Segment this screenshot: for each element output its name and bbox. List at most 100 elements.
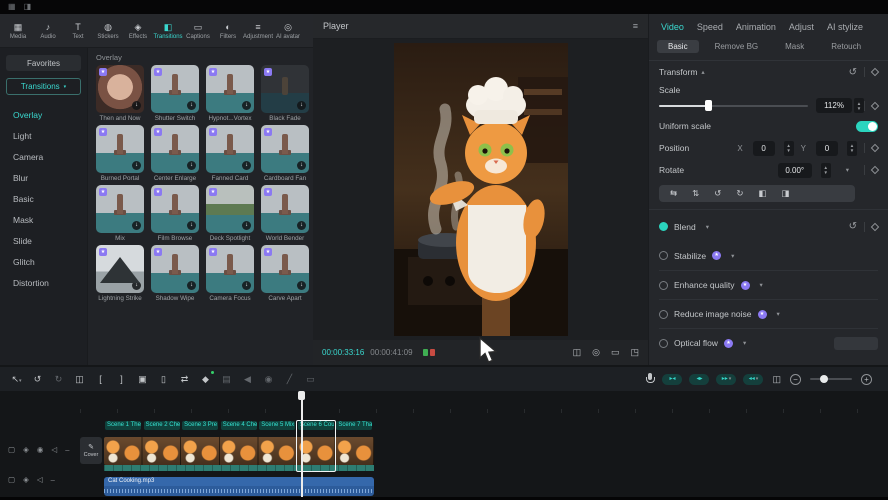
layout-icon[interactable]: ◨ xyxy=(24,3,32,11)
slider-thumb[interactable] xyxy=(705,100,712,111)
video-track-color-label-icon[interactable]: ◈ xyxy=(23,445,29,454)
tab-ai-avatar[interactable]: ◎AI avatar xyxy=(273,22,303,40)
blend-checkbox[interactable] xyxy=(659,222,668,231)
select-tool[interactable]: ↖▾ xyxy=(6,367,27,391)
reduce-image-noise-checkbox[interactable] xyxy=(659,310,668,319)
subtab-basic[interactable]: Basic xyxy=(657,40,699,53)
audio-track-mute-track-icon[interactable]: ◁ xyxy=(37,475,43,484)
link-clips-toggle[interactable]: ◂▸ xyxy=(689,374,709,385)
download-icon[interactable]: ↓ xyxy=(242,221,251,230)
redo-button[interactable]: ↻ xyxy=(48,367,69,391)
download-icon[interactable]: ↓ xyxy=(132,161,141,170)
subtab-remove-bg[interactable]: Remove BG xyxy=(704,40,770,53)
magnetic-timeline-toggle[interactable]: ▸◂ xyxy=(662,374,682,385)
sidebar-item-glitch[interactable]: Glitch xyxy=(6,251,81,272)
keyframe-icon[interactable] xyxy=(871,222,879,230)
sidebar-item-mask[interactable]: Mask xyxy=(6,209,81,230)
step-down-icon[interactable]: ▼ xyxy=(824,170,828,175)
preview-video[interactable] xyxy=(394,43,568,336)
sidebar-item-overlay[interactable]: Overlay xyxy=(6,104,81,125)
reverse-button[interactable]: ⇄ xyxy=(174,367,195,391)
reset-icon[interactable]: ↺ xyxy=(849,221,857,232)
download-icon[interactable]: ↓ xyxy=(242,161,251,170)
scale-stepper[interactable]: ▲▼ xyxy=(854,98,864,113)
sidebar-item-camera[interactable]: Camera xyxy=(6,146,81,167)
clip-label-7[interactable]: Scene 7 Tha xyxy=(336,421,372,430)
freeze-frame-button[interactable]: ▣ xyxy=(132,367,153,391)
rotate-value-input[interactable]: 0.00° xyxy=(778,163,812,178)
transition-thumb-then-and-now[interactable]: ★↓ xyxy=(96,65,144,113)
favorites-button[interactable]: Favorites xyxy=(6,55,81,71)
align-right-icon[interactable]: ◨ xyxy=(782,188,790,199)
rotate-right-icon[interactable]: ↻ xyxy=(736,188,743,199)
audio-track-color-label-icon[interactable]: ◈ xyxy=(23,475,29,484)
video-track-collapse-track-icon[interactable]: – xyxy=(65,445,69,454)
sidebar-item-basic[interactable]: Basic xyxy=(6,188,81,209)
download-icon[interactable]: ↓ xyxy=(187,221,196,230)
tab-ai-stylize[interactable]: AI stylize xyxy=(827,22,863,32)
download-icon[interactable]: ↓ xyxy=(242,101,251,110)
section-stabilize[interactable]: Stabilize★▾ xyxy=(659,241,878,270)
tab-media[interactable]: ▦Media xyxy=(3,22,33,40)
transition-thumb-black-fade[interactable]: ★↓ xyxy=(261,65,309,113)
subtab-retouch[interactable]: Retouch xyxy=(820,40,872,53)
position-y-stepper[interactable]: ▲▼ xyxy=(847,141,857,156)
uniform-scale-toggle[interactable] xyxy=(856,121,878,132)
tab-speed[interactable]: Speed xyxy=(697,22,723,32)
transition-thumb-carve-apart[interactable]: ★↓ xyxy=(261,245,309,293)
timeline-ruler[interactable] xyxy=(80,409,880,413)
download-icon[interactable]: ↓ xyxy=(297,101,306,110)
undo-button[interactable]: ↺ xyxy=(27,367,48,391)
download-icon[interactable]: ↓ xyxy=(242,281,251,290)
delete-button[interactable]: ▯ xyxy=(153,367,174,391)
player-menu-icon[interactable]: ≡ xyxy=(633,21,638,31)
download-icon[interactable]: ↓ xyxy=(132,101,141,110)
align-left-icon[interactable]: ◧ xyxy=(759,188,767,199)
rotate-dropdown-icon[interactable]: ▾ xyxy=(846,166,849,174)
sidebar-item-slide[interactable]: Slide xyxy=(6,230,81,251)
transition-thumb-burned-portal[interactable]: ★↓ xyxy=(96,125,144,173)
download-icon[interactable]: ↓ xyxy=(297,161,306,170)
transition-thumb-fanned-card[interactable]: ★↓ xyxy=(206,125,254,173)
video-track-lock-icon[interactable]: ▢ xyxy=(8,445,15,454)
download-icon[interactable]: ↓ xyxy=(297,281,306,290)
scale-slider[interactable] xyxy=(659,105,808,107)
preview-mode-toggle[interactable]: ▸▸▾ xyxy=(716,374,736,385)
transition-thumb-world-bender[interactable]: ★↓ xyxy=(261,185,309,233)
cover-button[interactable]: ✎ Cover xyxy=(80,437,102,464)
transition-thumb-center-enlarge[interactable]: ★↓ xyxy=(151,125,199,173)
keyframe-icon[interactable] xyxy=(871,68,879,76)
position-y-input[interactable]: 0 xyxy=(816,141,838,156)
enhance-quality-checkbox[interactable] xyxy=(659,281,668,290)
sidebar-item-blur[interactable]: Blur xyxy=(6,167,81,188)
step-down-icon[interactable]: ▼ xyxy=(786,148,790,153)
zoom-slider-thumb[interactable] xyxy=(820,375,828,383)
zoom-in-button[interactable]: + xyxy=(861,374,872,385)
rotate-left-icon[interactable]: ↺ xyxy=(714,188,721,199)
keyframe-icon[interactable] xyxy=(871,101,879,109)
app-menu-icon[interactable]: ▦ xyxy=(8,3,16,11)
download-icon[interactable]: ↓ xyxy=(187,101,196,110)
video-track-hide-track-icon[interactable]: ◉ xyxy=(37,445,44,454)
section-enhance-quality[interactable]: Enhance quality★▾ xyxy=(659,270,878,299)
audio-track-collapse-track-icon[interactable]: – xyxy=(51,475,55,484)
transition-thumb-cardboard-fan[interactable]: ★↓ xyxy=(261,125,309,173)
transition-thumb-camera-focus[interactable]: ★↓ xyxy=(206,245,254,293)
download-icon[interactable]: ↓ xyxy=(187,281,196,290)
scale-value-input[interactable]: 112% xyxy=(816,98,852,113)
mark-out-button[interactable]: ] xyxy=(111,367,132,391)
tab-stickers[interactable]: ◍Stickers xyxy=(93,22,123,40)
clip-label-3[interactable]: Scene 3 Pre xyxy=(182,421,218,430)
transition-thumb-deck-spotlight[interactable]: ★↓ xyxy=(206,185,254,233)
extract-audio-button[interactable]: ◀ xyxy=(237,367,258,391)
fullscreen-icon[interactable]: ◳ xyxy=(630,347,639,358)
audio-track-clip[interactable]: Cat Cooking.mp3 xyxy=(104,477,374,496)
transition-thumb-lightning-strike[interactable]: ★↓ xyxy=(96,245,144,293)
smart-edit-button[interactable]: ◆ xyxy=(195,367,216,391)
transition-thumb-shutter-switch[interactable]: ★↓ xyxy=(151,65,199,113)
clip-label-5[interactable]: Scene 5 Mix xyxy=(259,421,295,430)
tab-filters[interactable]: ◐Filters xyxy=(213,22,243,40)
crop-button[interactable]: ╱ xyxy=(279,367,300,391)
tab-animation[interactable]: Animation xyxy=(736,22,776,32)
step-down-icon[interactable]: ▼ xyxy=(850,148,854,153)
